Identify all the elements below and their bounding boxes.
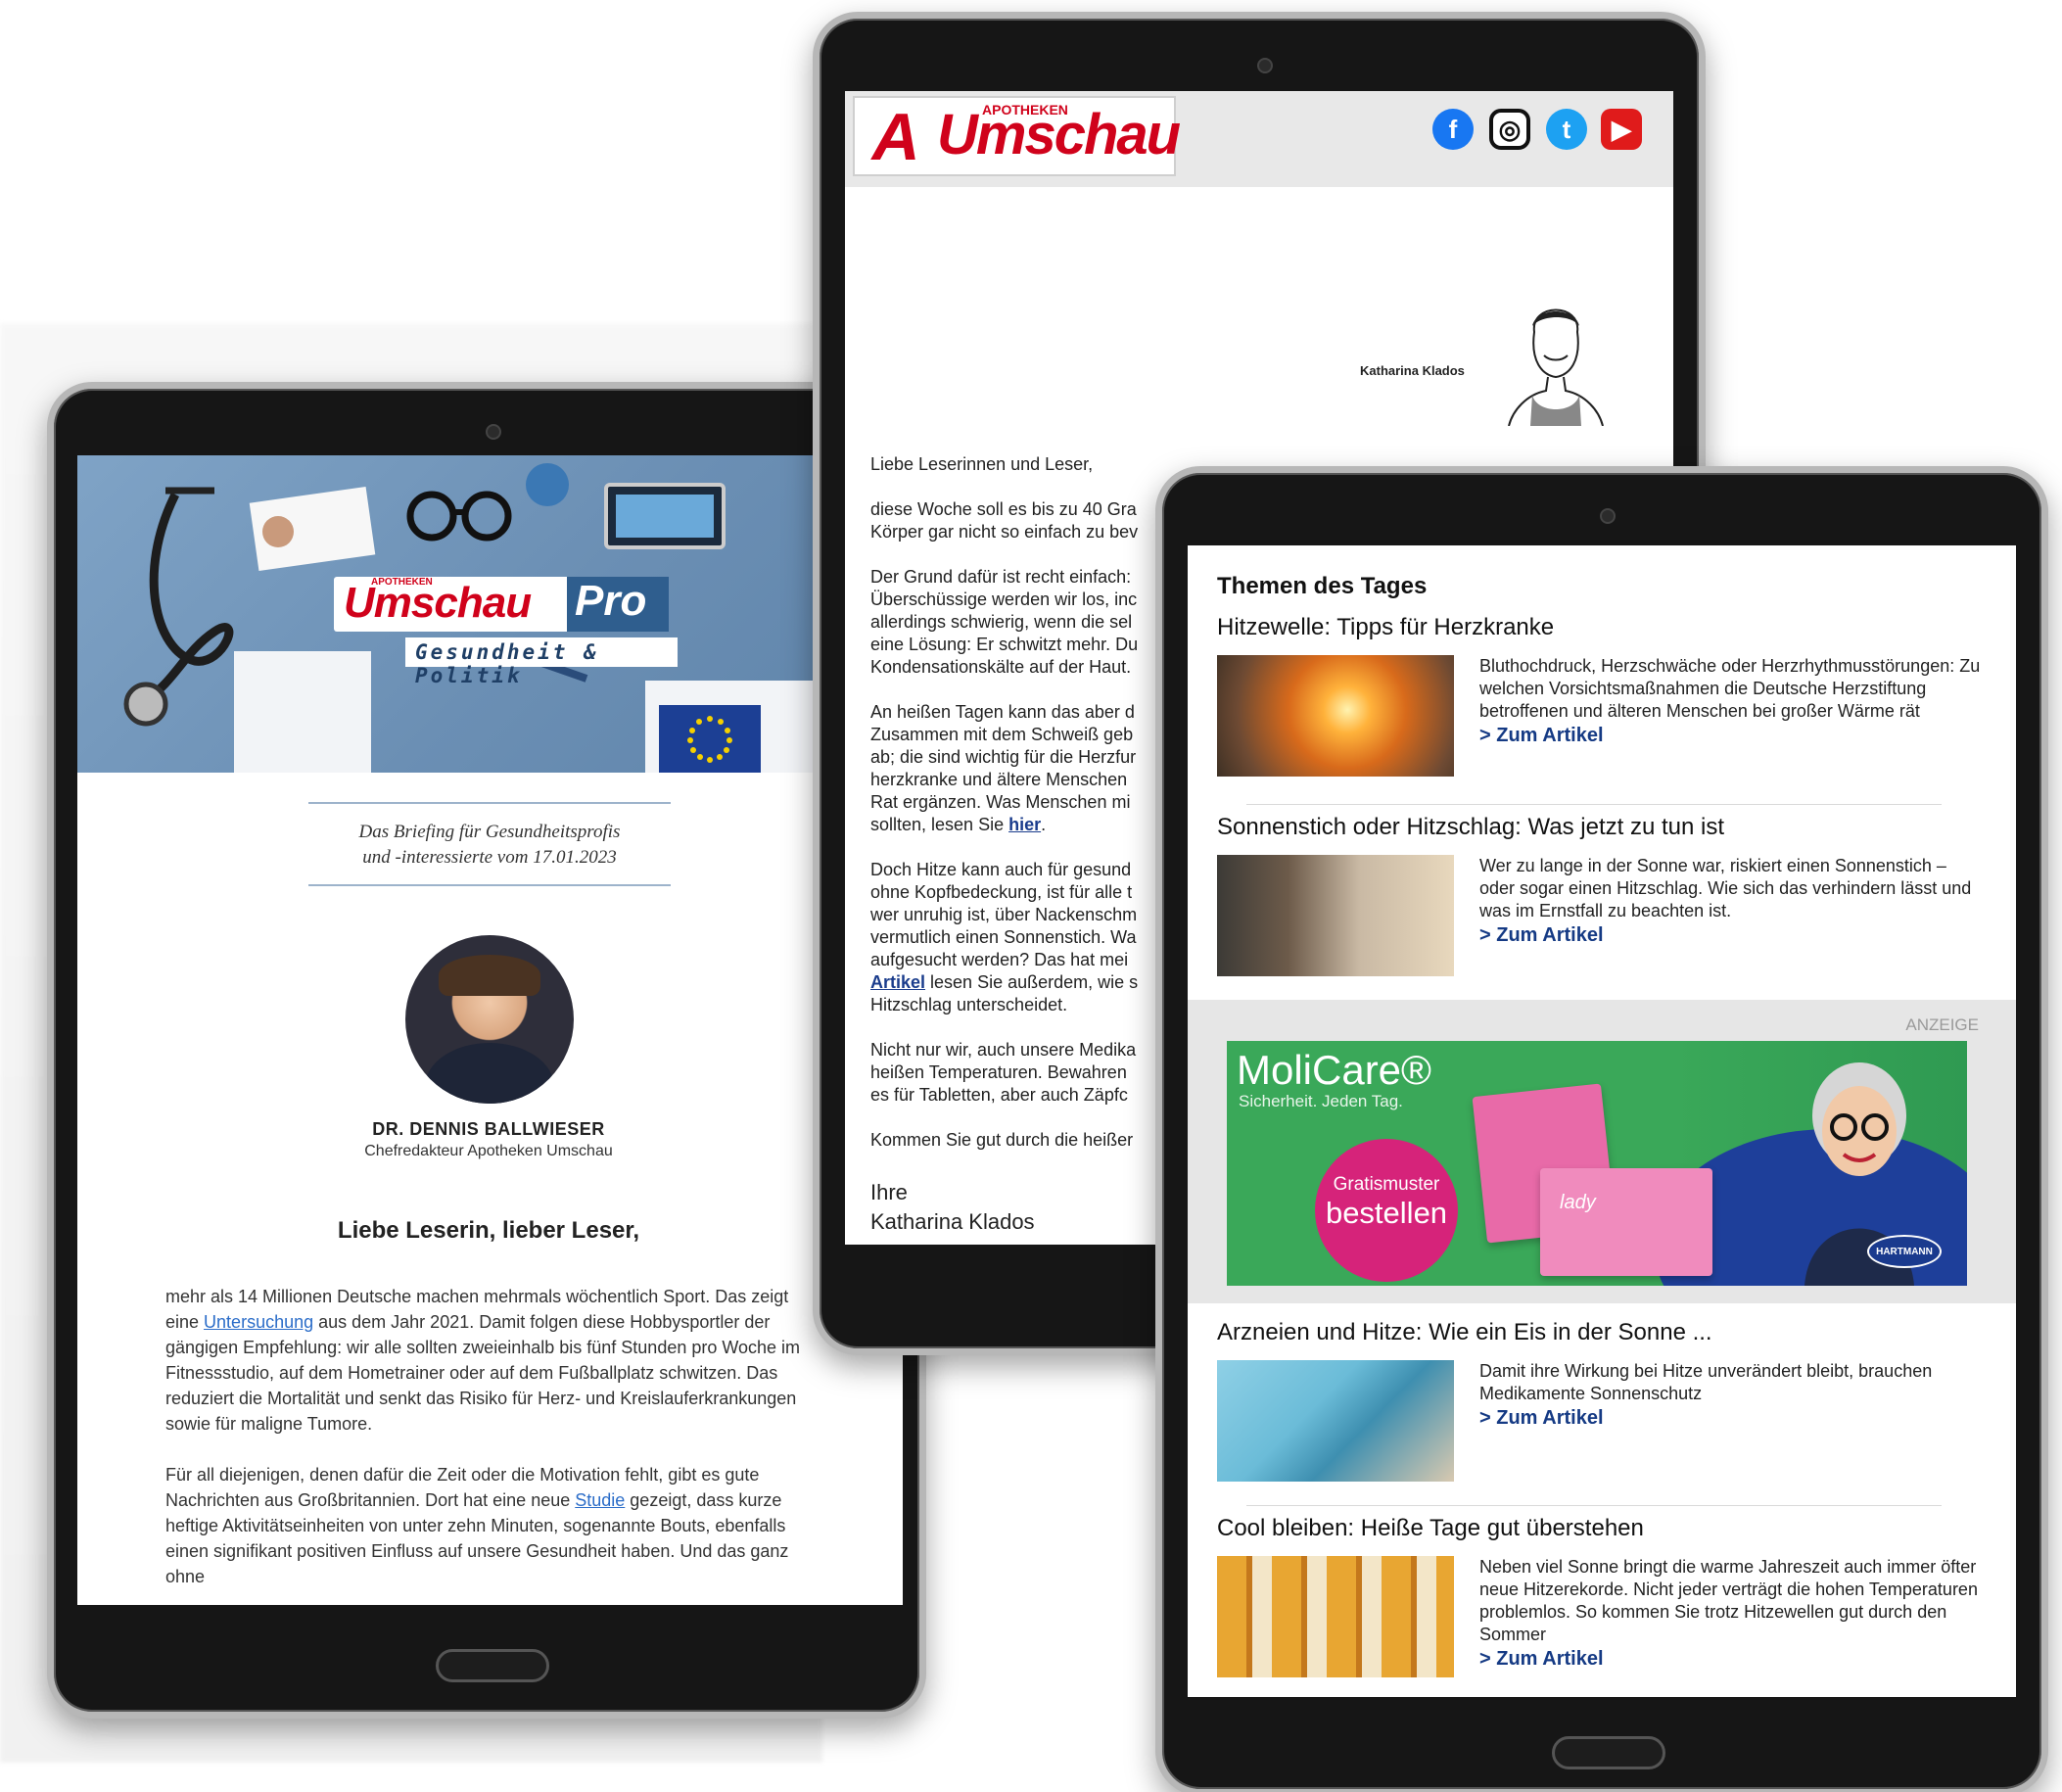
article-card[interactable]: Sonnenstich oder Hitzschlag: Was jetzt z… [1217, 814, 1981, 976]
divider [1246, 804, 1942, 805]
cta-line-1: Gratismuster [1333, 1174, 1440, 1195]
article-title[interactable]: Cool bleiben: Heiße Tage gut überstehen [1217, 1515, 1981, 1542]
molicare-ad-banner[interactable]: MoliCare® Sicherheit. Jeden Tag. Gratism… [1227, 1041, 1967, 1286]
themen-des-tages-screen[interactable]: Themen des Tages Hitzewelle: Tipps für H… [1188, 545, 2016, 1697]
instagram-icon[interactable]: ◎ [1489, 109, 1530, 150]
paragraph-text: . [1041, 815, 1047, 834]
author-avatar [405, 935, 574, 1104]
zum-artikel-link[interactable]: > Zum Artikel [1479, 725, 1981, 747]
artikel-link[interactable]: Artikel [870, 972, 925, 992]
logo-umschau-text: Umschau [937, 103, 1181, 166]
article-teaser: Bluthochdruck, Herzschwäche oder Herzrhy… [1479, 655, 1981, 747]
article-title[interactable]: Arzneien und Hitze: Wie ein Eis in der S… [1217, 1319, 1981, 1346]
ad-tagline: Sicherheit. Jeden Tag. [1239, 1092, 1403, 1110]
paragraph-text: Doch Hitze kann auch für gesund ohne Kop… [870, 860, 1138, 969]
stage: APOTHEKEN Umschau Pro Gesundheit & Polit… [0, 0, 2062, 1792]
editor-name-caption: Katharina Klados [1360, 363, 1465, 378]
camera-dot [486, 424, 501, 440]
greeting-heading: Liebe Leserin, lieber Leser, [337, 1217, 640, 1244]
paragraph-text: An heißen Tagen kann das aber d Zusammen… [870, 702, 1137, 834]
newsletter-header: A APOTHEKEN Umschau f ◎ t ▶ [845, 91, 1673, 187]
hero-banner: APOTHEKEN Umschau Pro Gesundheit & Polit… [77, 455, 903, 773]
article-row: Neben viel Sonne bringt die warme Jahres… [1217, 1556, 1981, 1677]
editor-sketch-portrait [1508, 308, 1604, 426]
hier-link[interactable]: hier [1008, 815, 1041, 834]
author-role: Chefredakteur Apotheken Umschau [364, 1143, 613, 1159]
studie-link[interactable]: Studie [575, 1490, 625, 1510]
gratismuster-button[interactable]: Gratismuster bestellen [1315, 1139, 1458, 1282]
apotheken-a-icon: A [871, 100, 920, 174]
ad-brand: MoliCare® [1237, 1047, 1431, 1093]
eu-flag-icon [659, 705, 761, 773]
article-text: Neben viel Sonne bringt die warme Jahres… [1479, 1557, 1978, 1644]
home-button[interactable] [436, 1649, 549, 1682]
closing-signature: Katharina Klados [870, 1209, 1035, 1234]
facebook-icon[interactable]: f [1432, 109, 1474, 150]
glasses-icon [406, 491, 512, 542]
newsletter-body: mehr als 14 Millionen Deutsche machen me… [165, 1284, 802, 1605]
camera-dot [1600, 508, 1616, 524]
briefing-subtitle: Das Briefing für Gesundheitsprofis und -… [308, 802, 671, 886]
article-card[interactable]: Arzneien und Hitze: Wie ein Eis in der S… [1217, 1319, 1981, 1482]
sunstroke-thumbnail[interactable] [1217, 855, 1454, 976]
advertisement-box: ANZEIGE MoliCare® Sicherheit. Jeden Tag.… [1188, 1000, 2016, 1303]
article-row: Damit ihre Wirkung bei Hitze unverändert… [1217, 1360, 1981, 1482]
article-text: Damit ihre Wirkung bei Hitze unverändert… [1479, 1361, 1933, 1403]
article-teaser: Neben viel Sonne bringt die warme Jahres… [1479, 1556, 1981, 1671]
camera-dot [1257, 58, 1273, 73]
closing: Ihre Katharina Klados [870, 1178, 1035, 1237]
ad-label: ANZEIGE [1905, 1015, 1979, 1034]
hartmann-logo: HARTMANN [1867, 1235, 1942, 1268]
article-teaser: Wer zu lange in der Sonne war, riskiert … [1479, 855, 1981, 947]
article-row: Wer zu lange in der Sonne war, riskiert … [1217, 855, 1981, 976]
article-text: Wer zu lange in der Sonne war, riskiert … [1479, 856, 1972, 920]
divider [1246, 1505, 1942, 1506]
stethoscope-icon [143, 492, 234, 704]
untersuchung-link[interactable]: Untersuchung [204, 1312, 313, 1332]
twitter-icon[interactable]: t [1546, 109, 1587, 150]
shutters-thumbnail[interactable] [1217, 1556, 1454, 1677]
pack-label: lady [1560, 1192, 1596, 1213]
article-row: Bluthochdruck, Herzschwäche oder Herzrhy… [1217, 655, 1981, 777]
youtube-icon[interactable]: ▶ [1601, 109, 1642, 150]
article-text: Bluthochdruck, Herzschwäche oder Herzrhy… [1479, 656, 1981, 721]
section-title: Themen des Tages [1217, 573, 1428, 599]
paragraph-1: mehr als 14 Millionen Deutsche machen me… [165, 1284, 802, 1437]
heatwave-thumbnail[interactable] [1217, 655, 1454, 777]
tablet-left: APOTHEKEN Umschau Pro Gesundheit & Polit… [47, 382, 926, 1719]
zum-artikel-link[interactable]: > Zum Artikel [1479, 1407, 1981, 1430]
tablet-right: Themen des Tages Hitzewelle: Tipps für H… [1155, 466, 2048, 1792]
newsletter-pro-screen[interactable]: APOTHEKEN Umschau Pro Gesundheit & Polit… [77, 455, 903, 1605]
logo-pro-badge: Pro [567, 577, 669, 632]
medicine-bag-thumbnail[interactable] [1217, 1360, 1454, 1482]
cta-line-2: bestellen [1325, 1196, 1448, 1230]
logo-umschau-text: Umschau [344, 579, 532, 627]
article-title[interactable]: Hitzewelle: Tipps für Herzkranke [1217, 614, 1981, 641]
article-card[interactable]: Cool bleiben: Heiße Tage gut überstehen … [1217, 1515, 1981, 1677]
zum-artikel-link[interactable]: > Zum Artikel [1479, 924, 1981, 947]
paragraph-2: Für all diejenigen, denen dafür die Zeit… [165, 1462, 802, 1589]
closing-line-1: Ihre [870, 1180, 908, 1204]
author-name: DR. DENNIS BALLWIESER [372, 1119, 605, 1139]
article-title[interactable]: Sonnenstich oder Hitzschlag: Was jetzt z… [1217, 814, 1981, 841]
briefing-line-1: Das Briefing für Gesundheitsprofis [358, 822, 621, 842]
article-card[interactable]: Hitzewelle: Tipps für Herzkranke Bluthoc… [1217, 614, 1981, 777]
zum-artikel-link[interactable]: > Zum Artikel [1479, 1648, 1981, 1671]
product-pack: lady [1540, 1168, 1712, 1276]
briefing-line-2: und -interessierte vom 17.01.2023 [362, 847, 617, 868]
logo-tagline: Gesundheit & Politik [405, 637, 678, 687]
umschau-logo[interactable]: A APOTHEKEN Umschau [853, 96, 1181, 176]
home-button[interactable] [1552, 1736, 1665, 1769]
article-teaser: Damit ihre Wirkung bei Hitze unverändert… [1479, 1360, 1981, 1430]
